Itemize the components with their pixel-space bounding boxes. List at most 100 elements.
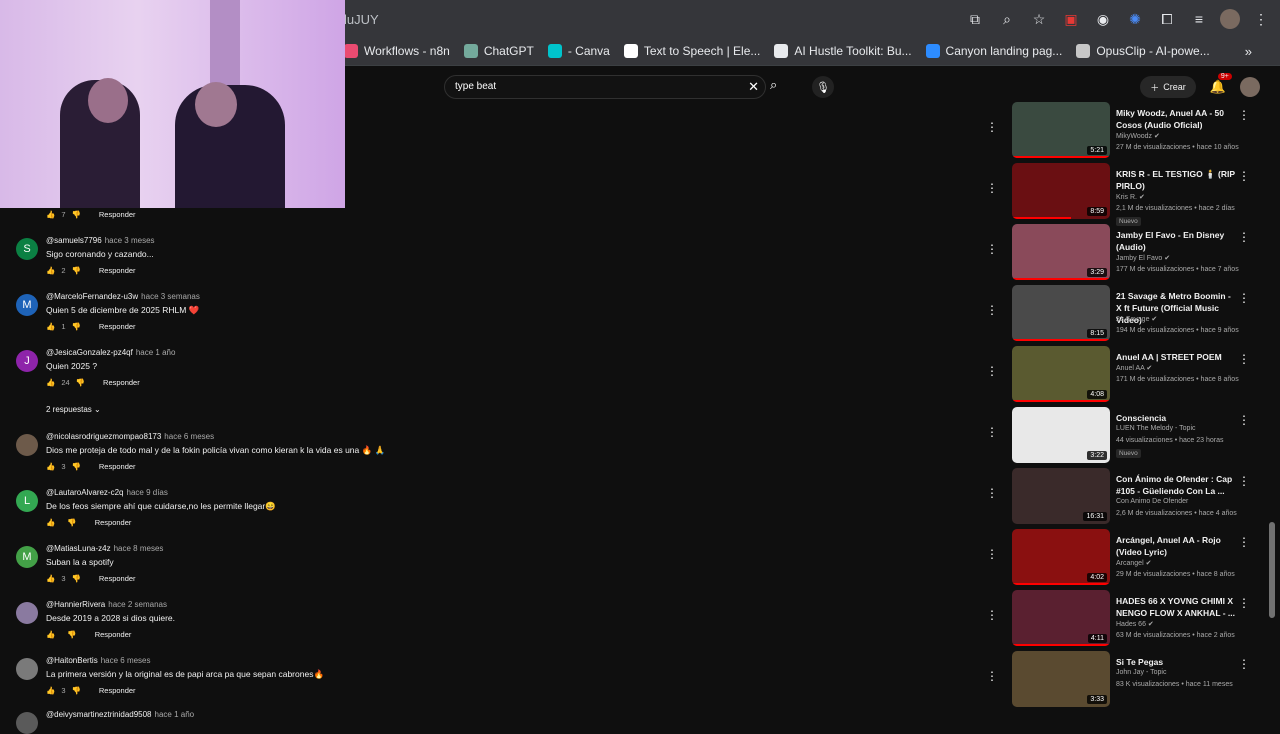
search-input[interactable]: type beat — [455, 81, 496, 92]
video-menu-icon[interactable]: ⋮ — [1238, 413, 1250, 427]
comment-author[interactable]: @HaitonBertis hace 6 meses — [46, 656, 151, 665]
dislike-icon[interactable]: 👎 — [67, 518, 76, 527]
reply-button[interactable]: Responder — [99, 462, 136, 471]
video-thumbnail[interactable]: 4:11 — [1012, 590, 1110, 646]
avatar[interactable] — [16, 712, 38, 734]
video-title[interactable]: Si Te Pegas — [1116, 656, 1238, 668]
comment-handle[interactable]: @HaitonBertis — [46, 656, 98, 665]
channel-name[interactable]: John Jay - Topic — [1116, 669, 1166, 676]
avatar[interactable]: S — [16, 238, 38, 260]
ext-icon[interactable]: ✺ — [1124, 8, 1146, 30]
comment-handle[interactable]: @HannierRivera — [46, 600, 105, 609]
video-title[interactable]: Consciencia — [1116, 412, 1238, 424]
more-options-icon[interactable]: ⋮ — [986, 120, 998, 134]
comment-handle[interactable]: @MarceloFernandez-u3w — [46, 292, 138, 301]
channel-name[interactable]: MikyWoodz ✔ — [1116, 132, 1160, 140]
video-thumbnail[interactable]: 16:31 — [1012, 468, 1110, 524]
related-video-item[interactable]: ⋮ 3:29 Jamby El Favo - En Disney (Audio) Ja… — [984, 224, 1264, 280]
more-options-icon[interactable]: ⋮ — [986, 486, 998, 500]
like-icon[interactable]: 👍 — [46, 686, 55, 695]
comment-author[interactable]: @LautaroAlvarez-c2q hace 9 días — [46, 488, 168, 497]
video-thumbnail[interactable]: 8:15 — [1012, 285, 1110, 341]
media-icon[interactable]: ≡ — [1188, 8, 1210, 30]
more-options-icon[interactable]: ⋮ — [986, 608, 998, 622]
like-icon[interactable]: 👍 — [46, 462, 55, 471]
comment-handle[interactable]: @JesicaGonzalez-pz4qf — [46, 348, 133, 357]
bookmark-item[interactable]: Canyon landing pag... — [925, 44, 1062, 58]
dislike-icon[interactable]: 👎 — [72, 266, 81, 275]
more-options-icon[interactable]: ⋮ — [986, 669, 998, 683]
avatar[interactable]: M — [16, 546, 38, 568]
notifications-icon[interactable]: 🔔 9+ — [1210, 73, 1232, 95]
video-title[interactable]: HADES 66 X YOVNG CHIMI X NENGO FLOW X AN… — [1116, 595, 1238, 619]
video-title[interactable]: Miky Woodz, Anuel AA - 50 Cosos (Audio O… — [1116, 107, 1238, 131]
comment-handle[interactable]: @samuels7796 — [46, 236, 102, 245]
scrollbar-thumb[interactable] — [1269, 522, 1275, 618]
star-icon[interactable]: ☆ — [1028, 8, 1050, 30]
video-menu-icon[interactable]: ⋮ — [1238, 291, 1250, 305]
like-icon[interactable]: 👍 — [46, 574, 55, 583]
address-bar[interactable]: luJUY — [344, 12, 379, 27]
like-icon[interactable]: 👍 — [46, 630, 55, 639]
channel-name[interactable]: Arcangel ✔ — [1116, 559, 1151, 567]
reply-button[interactable]: Responder — [99, 686, 136, 695]
like-icon[interactable]: 👍 — [46, 210, 55, 219]
channel-name[interactable]: Hades 66 ✔ — [1116, 620, 1154, 628]
comment-handle[interactable]: @deivysmartineztrinidad9508 — [46, 710, 152, 719]
avatar[interactable] — [16, 658, 38, 680]
like-icon[interactable]: 👍 — [46, 266, 55, 275]
bookmark-item[interactable]: ChatGPT — [463, 44, 534, 58]
related-video-item[interactable]: ⋮ 4:11 HADES 66 X YOVNG CHIMI X NENGO FLOW… — [984, 590, 1264, 646]
reply-button[interactable]: Responder — [99, 322, 136, 331]
video-menu-icon[interactable]: ⋮ — [1238, 535, 1250, 549]
bookmarks-more-icon[interactable]: » — [1245, 44, 1252, 59]
channel-name[interactable]: Con Animo De Ofender — [1116, 498, 1188, 505]
related-video-item[interactable]: ⋮ 16:31 Con Ánimo de Ofender : Cap #105 - … — [984, 468, 1264, 524]
avatar[interactable]: M — [16, 294, 38, 316]
dislike-icon[interactable]: 👎 — [72, 322, 81, 331]
reply-button[interactable]: Responder — [99, 266, 136, 275]
bookmark-item[interactable]: Text to Speech | Ele... — [623, 44, 760, 58]
more-options-icon[interactable]: ⋮ — [986, 242, 998, 256]
comment-author[interactable]: @MarceloFernandez-u3w hace 3 semanas — [46, 292, 200, 301]
comment-handle[interactable]: @nicolasrodriguezmompao8173 — [46, 432, 161, 441]
like-icon[interactable]: 👍 — [46, 322, 55, 331]
account-avatar[interactable] — [1240, 77, 1260, 97]
more-options-icon[interactable]: ⋮ — [986, 181, 998, 195]
comment-author[interactable]: @HannierRivera hace 2 semanas — [46, 600, 167, 609]
video-title[interactable]: Jamby El Favo - En Disney (Audio) — [1116, 229, 1238, 253]
bookmark-item[interactable]: - Canva — [547, 44, 610, 58]
related-video-item[interactable]: ⋮ 3:22 Consciencia LUEN The Melody - Topic 4… — [984, 407, 1264, 463]
more-options-icon[interactable]: ⋮ — [986, 303, 998, 317]
video-title[interactable]: KRIS R - EL TESTIGO 🕯️ (RIP PIRLO) — [1116, 168, 1238, 192]
video-menu-icon[interactable]: ⋮ — [1238, 108, 1250, 122]
related-video-item[interactable]: ⋮ 8:15 21 Savage & Metro Boomin - X ft Fut… — [984, 285, 1264, 341]
comment-author[interactable]: @deivysmartineztrinidad9508 hace 1 año — [46, 710, 194, 719]
dislike-icon[interactable]: 👎 — [76, 378, 85, 387]
related-video-item[interactable]: ⋮ 3:33 Si Te Pegas John Jay - Topic 83 K vis… — [984, 651, 1264, 707]
channel-name[interactable]: LUEN The Melody - Topic — [1116, 425, 1196, 432]
video-menu-icon[interactable]: ⋮ — [1238, 169, 1250, 183]
video-title[interactable]: Arcángel, Anuel AA - Rojo (Video Lyric) — [1116, 534, 1238, 558]
reply-button[interactable]: Responder — [99, 574, 136, 583]
more-options-icon[interactable]: ⋮ — [986, 547, 998, 561]
comment-handle[interactable]: @MatiasLuna-z4z — [46, 544, 111, 553]
video-thumbnail[interactable]: 4:02 — [1012, 529, 1110, 585]
video-menu-icon[interactable]: ⋮ — [1238, 596, 1250, 610]
dislike-icon[interactable]: 👎 — [67, 630, 76, 639]
comment-author[interactable]: @MatiasLuna-z4z hace 8 meses — [46, 544, 163, 553]
video-thumbnail[interactable]: 3:22 — [1012, 407, 1110, 463]
video-menu-icon[interactable]: ⋮ — [1238, 230, 1250, 244]
related-video-item[interactable]: ⋮ 4:08 Anuel AA | STREET POEM Anuel AA ✔ 171… — [984, 346, 1264, 402]
dislike-icon[interactable]: 👎 — [72, 574, 81, 583]
reply-button[interactable]: Responder — [103, 378, 140, 387]
channel-name[interactable]: Jamby El Favo ✔ — [1116, 254, 1170, 262]
related-video-item[interactable]: ⋮ 4:02 Arcángel, Anuel AA - Rojo (Video Ly… — [984, 529, 1264, 585]
reply-button[interactable]: Responder — [99, 210, 136, 219]
comment-author[interactable]: @samuels7796 hace 3 meses — [46, 236, 155, 245]
avatar[interactable]: J — [16, 350, 38, 372]
related-video-item[interactable]: ⋮ 5:21 Miky Woodz, Anuel AA - 50 Cosos (Au… — [984, 102, 1264, 158]
clear-search-icon[interactable]: ✕ — [748, 79, 759, 95]
replies-toggle-button[interactable]: 2 respuestas ⌄ — [46, 405, 101, 414]
bookmark-item[interactable]: AI Hustle Toolkit: Bu... — [774, 44, 912, 58]
